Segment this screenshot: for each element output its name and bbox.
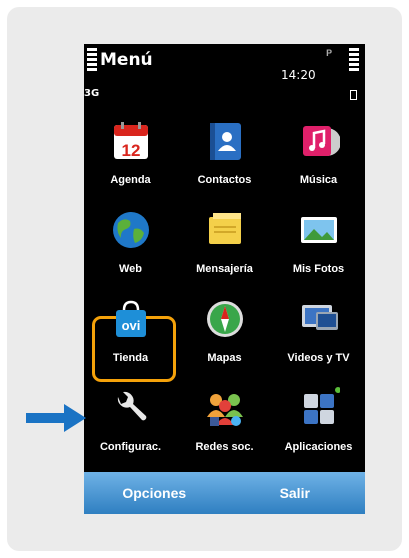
antenna-icon: 𝚸 [326, 49, 333, 59]
app-mapas[interactable]: Mapas [178, 288, 271, 374]
app-mensajeria[interactable]: Mensajería [178, 199, 271, 285]
apps-folder-icon [304, 387, 340, 424]
phone-screen: Menú 3G 𝚸 14:20 12 Agenda Contactos Músi… [84, 44, 365, 514]
photos-icon [301, 217, 337, 243]
app-redes-soc[interactable]: Redes soc. [178, 377, 271, 463]
app-label: Configurac. [99, 441, 162, 453]
app-label: Mapas [207, 352, 242, 364]
app-label: Agenda [110, 174, 151, 186]
status-bar: Menú 3G 𝚸 14:20 [84, 44, 365, 102]
music-icon [303, 126, 340, 156]
battery-icon [350, 90, 357, 100]
ovi-logo-text: ovi [122, 318, 141, 333]
app-aplicaciones[interactable]: Aplicaciones [272, 377, 365, 463]
ovi-store-icon: ovi [116, 300, 146, 337]
app-configurac[interactable]: Configurac. [84, 377, 177, 463]
clock: 14:20 [281, 68, 316, 82]
softkey-bar: Opciones Salir [84, 472, 365, 514]
app-label: Videos y TV [287, 352, 350, 364]
app-label: Web [118, 263, 143, 275]
network-indicator: 3G [84, 88, 100, 99]
globe-icon [113, 212, 149, 248]
compass-icon [207, 301, 243, 337]
signal-strength-icon [87, 48, 97, 73]
tv-icon [302, 305, 338, 330]
app-label: Música [299, 174, 338, 186]
calendar-date: 12 [122, 141, 141, 160]
app-musica[interactable]: Música [272, 110, 365, 196]
app-contactos[interactable]: Contactos [178, 110, 271, 196]
wrench-icon [117, 391, 147, 421]
app-agenda[interactable]: 12 Agenda [84, 110, 177, 196]
app-label: Contactos [197, 174, 252, 186]
battery-level-icon [349, 48, 359, 73]
pointer-arrow-icon [26, 404, 86, 432]
contacts-icon [210, 123, 241, 160]
app-mis-fotos[interactable]: Mis Fotos [272, 199, 365, 285]
page-title: Menú [100, 50, 153, 70]
social-networks-icon [207, 394, 243, 426]
app-label: Tienda [112, 352, 149, 364]
calendar-icon: 12 [114, 122, 148, 160]
app-label: Mensajería [196, 263, 253, 275]
app-videos-y-tv[interactable]: Videos y TV [272, 288, 365, 374]
app-label: Mis Fotos [292, 263, 345, 275]
app-web[interactable]: Web [84, 199, 177, 285]
options-softkey[interactable]: Opciones [84, 472, 225, 514]
app-label: Redes soc. [195, 441, 254, 453]
app-tienda[interactable]: ovi Tienda [84, 288, 177, 374]
envelope-icon [209, 213, 241, 244]
app-label: Aplicaciones [284, 441, 353, 453]
exit-softkey[interactable]: Salir [225, 472, 366, 514]
